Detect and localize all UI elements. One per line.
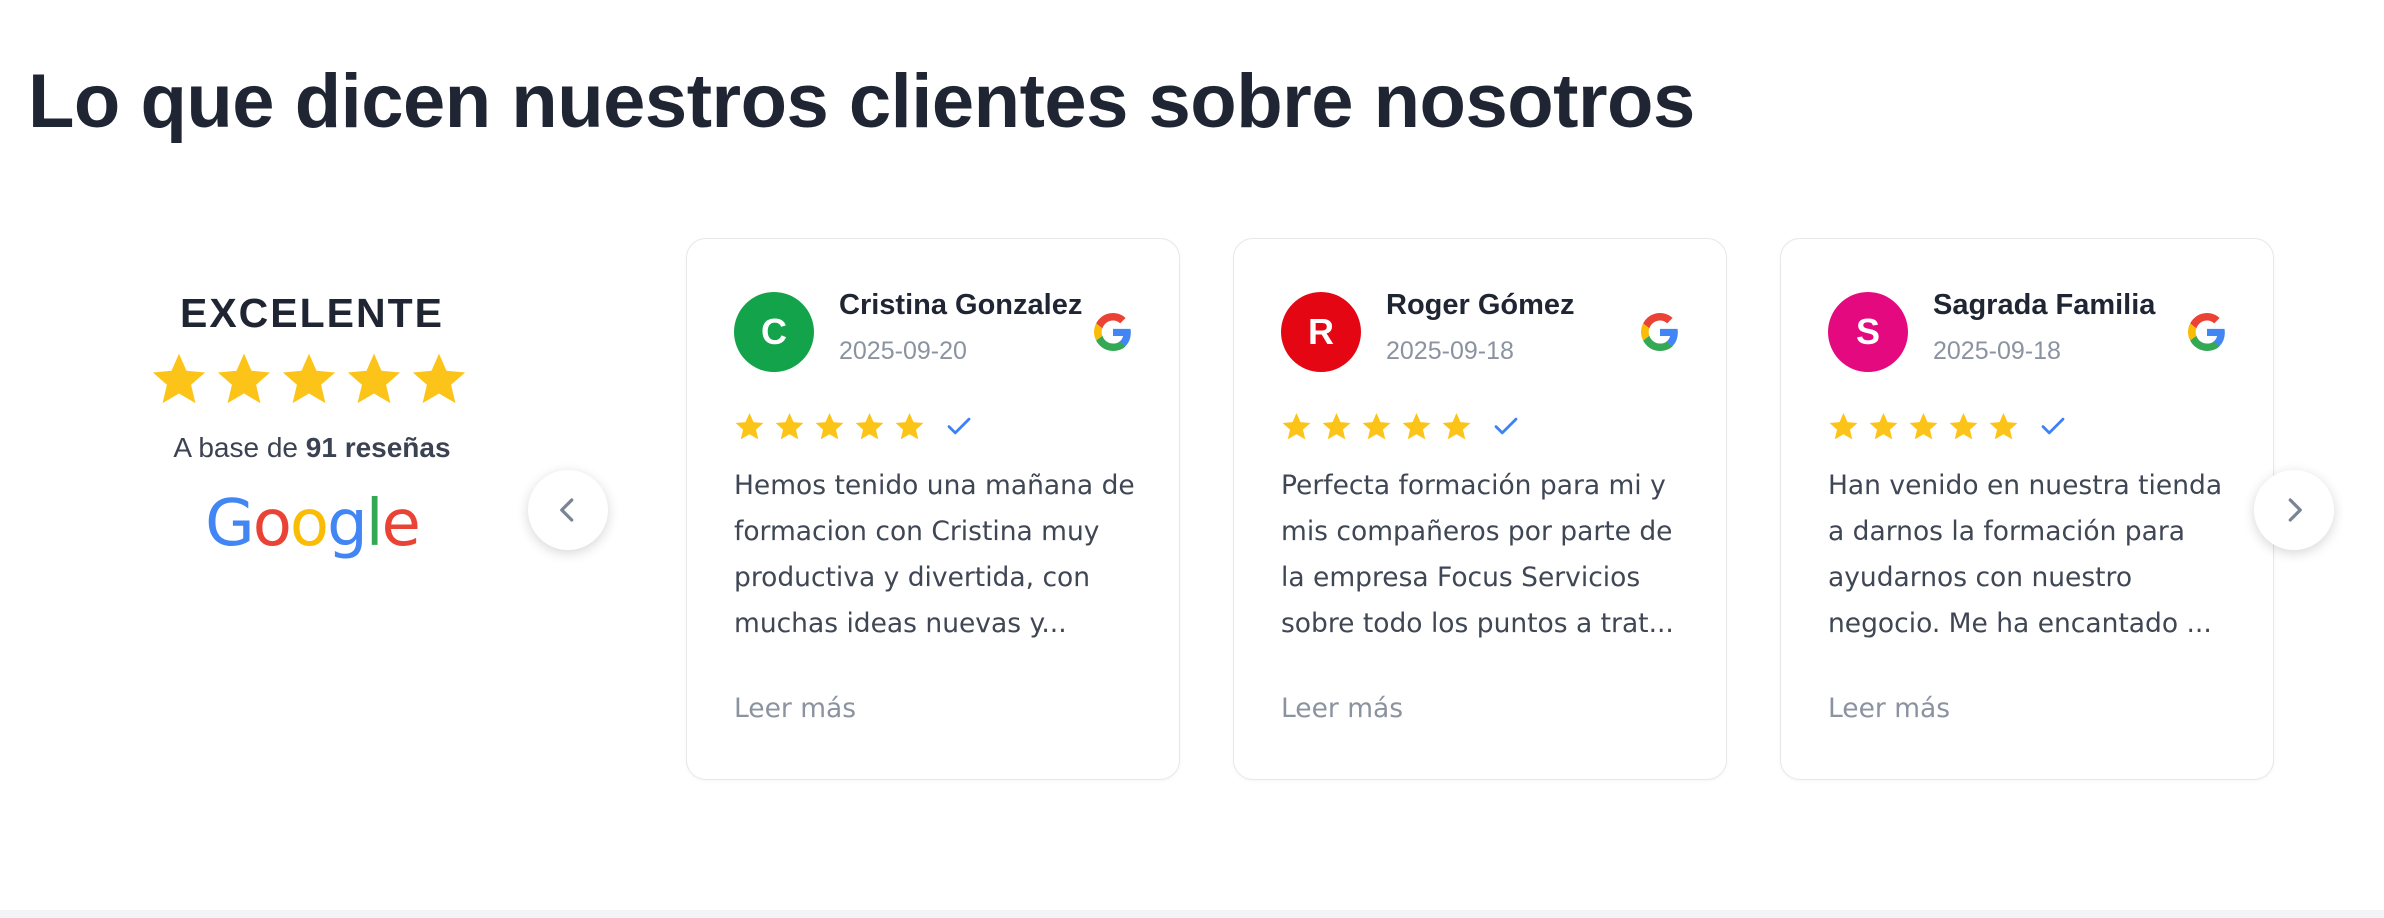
review-stars: [1281, 409, 1521, 443]
avatar: S: [1828, 292, 1908, 372]
reviewer-name: Sagrada Familia: [1933, 289, 2156, 321]
star-icon: [735, 412, 764, 439]
star-icon: [282, 353, 335, 404]
star-icon: [1869, 412, 1898, 439]
read-more-link[interactable]: Leer más: [1828, 689, 1950, 729]
star-icon: [855, 412, 884, 439]
google-logo: Google: [205, 487, 421, 561]
avatar: C: [734, 292, 814, 372]
check-icon: [947, 417, 971, 435]
section-divider: [0, 910, 2384, 918]
reviewer-name: Roger Gómez: [1386, 289, 1575, 321]
carousel-prev-button[interactable]: [528, 470, 608, 550]
star-icon: [1909, 412, 1938, 439]
page-title: Lo que dicen nuestros clientes sobre nos…: [28, 59, 1695, 144]
google-g-icon: [1094, 313, 1131, 351]
star-icon: [775, 412, 804, 439]
google-g-icon: [1641, 313, 1678, 351]
review-count-prefix: A base de: [173, 432, 306, 463]
review-count: A base de 91 reseñas: [132, 428, 492, 468]
star-icon: [1949, 412, 1978, 439]
review-count-value: 91 reseñas: [305, 432, 451, 463]
star-icon: [1829, 412, 1858, 439]
reviewer-name: Cristina Gonzalez: [839, 289, 1083, 321]
check-icon: [2041, 417, 2065, 435]
avatar: R: [1281, 292, 1361, 372]
review-card: R Roger Gómez 2025-09-18 Perfecta formac…: [1233, 238, 1727, 780]
star-icon: [1402, 412, 1431, 439]
review-card: S Sagrada Familia 2025-09-18 Han venido …: [1780, 238, 2274, 780]
review-card: C Cristina Gonzalez 2025-09-20 Hemos ten…: [686, 238, 1180, 780]
star-icon: [412, 353, 465, 404]
google-g-icon: [2188, 313, 2225, 351]
check-icon: [1494, 417, 1518, 435]
star-icon: [152, 353, 205, 404]
review-text: Hemos tenido una mañana de formacion con…: [734, 470, 1135, 639]
review-date: 2025-09-18: [1386, 337, 1514, 365]
chevron-right-icon: [2288, 498, 2302, 522]
star-icon: [1362, 412, 1391, 439]
chevron-left-icon: [560, 498, 574, 522]
summary-stars: [132, 350, 492, 416]
carousel-next-button[interactable]: [2254, 470, 2334, 550]
rating-summary: EXCELENTE A base de 91 reseñas Google: [132, 284, 492, 564]
review-date: 2025-09-18: [1933, 337, 2061, 365]
read-more-link[interactable]: Leer más: [734, 689, 856, 729]
review-text: Han venido en nuestra tienda a darnos la…: [1828, 470, 2223, 639]
star-icon: [815, 412, 844, 439]
review-stars: [734, 409, 974, 443]
star-icon: [217, 353, 270, 404]
star-icon: [1322, 412, 1351, 439]
star-icon: [1282, 412, 1311, 439]
rating-label: EXCELENTE: [179, 290, 445, 336]
read-more-link[interactable]: Leer más: [1281, 689, 1403, 729]
review-text: Perfecta formación para mi y mis compañe…: [1281, 470, 1674, 639]
star-icon: [347, 353, 400, 404]
star-icon: [1442, 412, 1471, 439]
review-stars: [1828, 409, 2068, 443]
review-date: 2025-09-20: [839, 337, 967, 365]
star-icon: [895, 412, 924, 439]
star-icon: [1989, 412, 2018, 439]
